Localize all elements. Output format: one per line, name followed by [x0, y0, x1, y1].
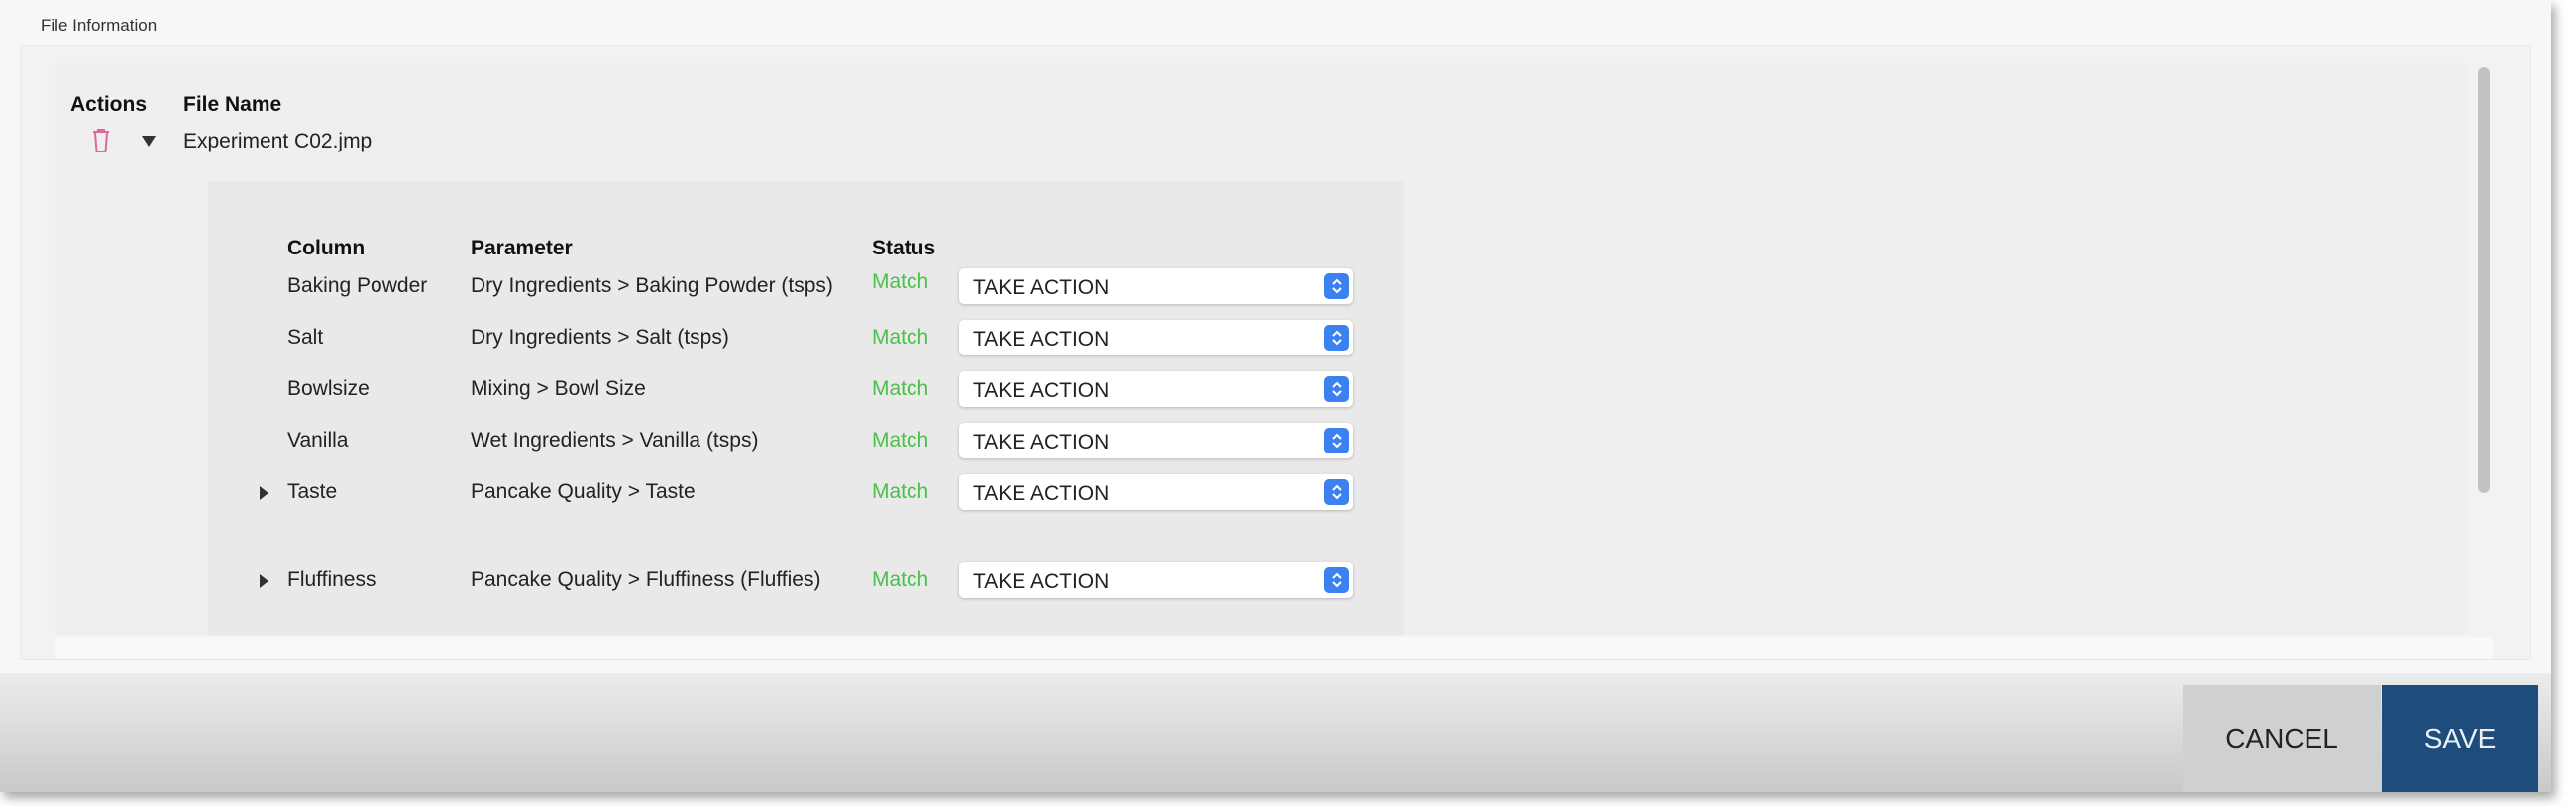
file-information-panel: Actions File Name Experiment C02.jmp Col…: [20, 45, 2531, 660]
select-stepper-icon[interactable]: [1324, 273, 1349, 299]
select-stepper-icon[interactable]: [1324, 567, 1349, 593]
section-title: File Information: [41, 16, 158, 35]
file-information-dialog: File Information Actions File Name Exper…: [0, 0, 2551, 792]
select-stepper-icon[interactable]: [1324, 428, 1349, 453]
cancel-button[interactable]: CANCEL: [2183, 685, 2381, 792]
mapping-row: Bowlsize Mixing > Bowl Size Match TAKE A…: [208, 371, 1404, 411]
column-name: Bowlsize: [287, 377, 370, 400]
vertical-scrollbar[interactable]: [2476, 65, 2492, 640]
parameter-path: Dry Ingredients > Salt (tsps): [471, 326, 729, 349]
mapping-row: Salt Dry Ingredients > Salt (tsps) Match…: [208, 320, 1404, 359]
status-badge: Match: [872, 480, 929, 503]
select-stepper-icon[interactable]: [1324, 325, 1349, 351]
status-header: Status: [872, 237, 936, 259]
parameter-path: Pancake Quality > Fluffiness (Fluffies): [471, 568, 821, 591]
select-stepper-icon[interactable]: [1324, 376, 1349, 402]
actions-column-header: Actions: [70, 93, 148, 116]
take-action-select[interactable]: TAKE ACTION: [959, 320, 1353, 355]
column-mapping-panel: Column Parameter Status Baking Powder Dr…: [208, 181, 1404, 635]
select-value: TAKE ACTION: [973, 482, 1110, 505]
status-badge: Match: [872, 377, 929, 400]
mapping-row: Baking Powder Dry Ingredients > Baking P…: [208, 268, 1404, 308]
parameter-path: Mixing > Bowl Size: [471, 377, 646, 400]
column-name: Salt: [287, 326, 324, 349]
take-action-select[interactable]: TAKE ACTION: [959, 423, 1353, 458]
mapping-row: Vanilla Wet Ingredients > Vanilla (tsps)…: [208, 423, 1404, 462]
status-badge: Match: [872, 429, 929, 452]
mapping-row: Taste Pancake Quality > Taste Match TAKE…: [208, 474, 1404, 514]
parameter-header: Parameter: [471, 237, 573, 259]
take-action-select[interactable]: TAKE ACTION: [959, 562, 1353, 598]
take-action-select[interactable]: TAKE ACTION: [959, 268, 1353, 304]
mapping-row: Fluffiness Pancake Quality > Fluffiness …: [208, 562, 1404, 602]
take-action-select[interactable]: TAKE ACTION: [959, 474, 1353, 510]
parameter-path: Pancake Quality > Taste: [471, 480, 696, 503]
column-name: Baking Powder: [287, 274, 428, 297]
column-header: Column: [287, 237, 366, 259]
status-badge: Match: [872, 568, 929, 591]
file-name-column-header: File Name: [183, 93, 282, 116]
column-name: Taste: [287, 480, 338, 503]
collapse-caret-icon[interactable]: [142, 136, 156, 147]
parameter-path: Wet Ingredients > Vanilla (tsps): [471, 429, 759, 452]
status-badge: Match: [872, 270, 929, 293]
take-action-select[interactable]: TAKE ACTION: [959, 371, 1353, 407]
expand-caret-icon[interactable]: [260, 486, 268, 500]
dialog-footer: CANCEL SAVE: [0, 673, 2551, 792]
file-list-scroll-area: Actions File Name Experiment C02.jmp Col…: [55, 63, 2468, 635]
file-name[interactable]: Experiment C02.jmp: [183, 130, 372, 153]
select-stepper-icon[interactable]: [1324, 479, 1349, 505]
select-value: TAKE ACTION: [973, 570, 1110, 593]
expand-caret-icon[interactable]: [260, 574, 268, 588]
select-value: TAKE ACTION: [973, 276, 1110, 299]
scrollbar-thumb[interactable]: [2478, 67, 2490, 493]
trash-icon[interactable]: [90, 127, 112, 154]
select-value: TAKE ACTION: [973, 431, 1110, 453]
select-value: TAKE ACTION: [973, 379, 1110, 402]
save-button[interactable]: SAVE: [2382, 685, 2538, 792]
column-name: Fluffiness: [287, 568, 376, 591]
select-value: TAKE ACTION: [973, 328, 1110, 351]
column-name: Vanilla: [287, 429, 349, 452]
panel-bottom-strip: [55, 637, 2493, 658]
status-badge: Match: [872, 326, 929, 349]
parameter-path: Dry Ingredients > Baking Powder (tsps): [471, 274, 833, 297]
